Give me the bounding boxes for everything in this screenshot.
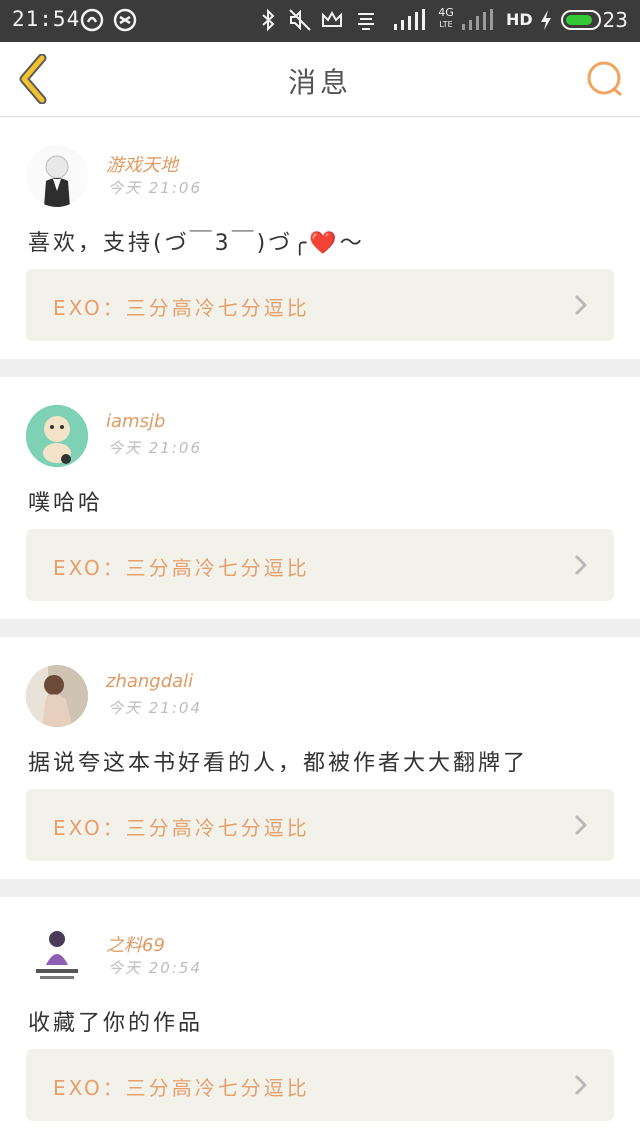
username[interactable]: zhangdali bbox=[106, 671, 193, 692]
avatar-image bbox=[26, 925, 88, 987]
bluetooth-icon bbox=[262, 8, 275, 32]
crown-icon bbox=[322, 10, 342, 27]
signal-strength-icon-2 bbox=[462, 9, 493, 30]
message-card: 之料69 今天 20:54 收藏了你的作品 EXO：三分高冷七分逗比 bbox=[0, 897, 640, 1139]
message-time: 今天 21:04 bbox=[108, 699, 202, 717]
username[interactable]: 之料69 bbox=[106, 931, 165, 957]
username[interactable]: 游戏天地 bbox=[106, 151, 178, 177]
app-notification-icon bbox=[80, 8, 104, 32]
message-text: 据说夸这本书好看的人，都被作者大大翻牌了 bbox=[28, 751, 529, 776]
avatar[interactable] bbox=[26, 665, 88, 727]
book-title: EXO：三分高冷七分逗比 bbox=[53, 296, 310, 320]
app-notification-icon-2 bbox=[113, 8, 137, 32]
book-title: EXO：三分高冷七分逗比 bbox=[53, 816, 310, 840]
message-text: 喜欢，支持(づ￣3￣)づ╭❤️～ bbox=[28, 231, 365, 256]
avatar-image bbox=[44, 155, 70, 207]
book-title: EXO：三分高冷七分逗比 bbox=[53, 556, 310, 580]
book-link[interactable]: EXO：三分高冷七分逗比 bbox=[26, 1049, 614, 1121]
search-icon[interactable] bbox=[584, 58, 626, 100]
book-link[interactable]: EXO：三分高冷七分逗比 bbox=[26, 789, 614, 861]
username[interactable]: iamsjb bbox=[106, 411, 165, 432]
message-time: 今天 20:54 bbox=[108, 959, 202, 977]
chevron-right-icon bbox=[575, 295, 587, 315]
chevron-right-icon bbox=[575, 1075, 587, 1095]
menu-lines-icon bbox=[358, 13, 374, 30]
nav-bar: 消息 bbox=[0, 42, 640, 117]
message-card: zhangdali 今天 21:04 据说夸这本书好看的人，都被作者大大翻牌了 … bbox=[0, 637, 640, 879]
message-time: 今天 21:06 bbox=[108, 439, 202, 457]
avatar-image bbox=[26, 665, 88, 727]
avatar[interactable] bbox=[26, 145, 88, 207]
message-time: 今天 21:06 bbox=[108, 179, 202, 197]
avatar[interactable] bbox=[26, 405, 88, 467]
chevron-right-icon bbox=[575, 555, 587, 575]
avatar[interactable] bbox=[26, 925, 88, 987]
battery-icon bbox=[561, 10, 601, 30]
network-type-badge: 4G LTE bbox=[438, 6, 454, 30]
book-title: EXO：三分高冷七分逗比 bbox=[53, 1076, 310, 1100]
message-text: 噗哈哈 bbox=[28, 491, 104, 516]
avatar-image bbox=[26, 405, 88, 467]
mute-icon bbox=[289, 9, 311, 31]
message-card: iamsjb 今天 21:06 噗哈哈 EXO：三分高冷七分逗比 bbox=[0, 377, 640, 619]
book-link[interactable]: EXO：三分高冷七分逗比 bbox=[26, 529, 614, 601]
status-time: 21:54 bbox=[12, 7, 81, 31]
signal-strength-icon bbox=[394, 9, 425, 30]
book-link[interactable]: EXO：三分高冷七分逗比 bbox=[26, 269, 614, 341]
battery-level: 23 bbox=[602, 8, 628, 32]
message-card: 游戏天地 今天 21:06 喜欢，支持(づ￣3￣)づ╭❤️～ EXO：三分高冷七… bbox=[0, 117, 640, 359]
page-title: 消息 bbox=[287, 66, 352, 99]
charging-bolt-icon bbox=[541, 10, 551, 30]
hd-badge: HD bbox=[506, 10, 533, 29]
chevron-right-icon bbox=[575, 815, 587, 835]
status-bar: 21:54 4G LTE HD 23 bbox=[0, 0, 640, 42]
message-text: 收藏了你的作品 bbox=[28, 1011, 204, 1036]
